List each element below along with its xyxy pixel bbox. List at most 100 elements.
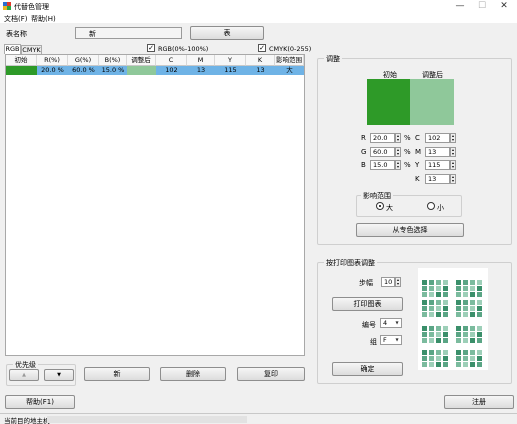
m-input[interactable]: 13 xyxy=(425,147,450,157)
color-patch xyxy=(436,332,441,337)
c-label: C xyxy=(415,134,420,142)
range-small-radio[interactable] xyxy=(427,202,435,210)
g-input[interactable]: 60.0 xyxy=(370,147,395,157)
color-patch xyxy=(470,356,475,361)
r-percent: % xyxy=(404,134,411,142)
table-row[interactable]: 20.0 % 60.0 % 15.0 % 102 13 115 13 大 xyxy=(6,66,304,75)
c-input[interactable]: 102 xyxy=(425,133,450,143)
g-spinner[interactable]: ▴ ▾ xyxy=(395,147,401,157)
b-input[interactable]: 15.0 xyxy=(370,160,395,170)
number-select[interactable]: 4 ▼ xyxy=(380,318,402,328)
color-patch xyxy=(463,306,468,311)
r-input[interactable]: 20.0 xyxy=(370,133,395,143)
col-header-y[interactable]: Y xyxy=(215,55,246,66)
color-patch xyxy=(463,300,468,305)
priority-down-button[interactable]: ▼ xyxy=(44,369,74,381)
menu-help[interactable]: 帮助(H) xyxy=(31,14,56,24)
menu-file[interactable]: 文档(F) xyxy=(4,14,28,24)
rgb-checkbox[interactable]: ✓ xyxy=(147,44,155,52)
ok-button[interactable]: 确定 xyxy=(332,362,403,376)
color-patch xyxy=(456,362,461,367)
color-patch xyxy=(477,312,482,317)
y-input[interactable]: 115 xyxy=(425,160,450,170)
col-header-range[interactable]: 影响范围 xyxy=(275,55,304,66)
col-header-c[interactable]: C xyxy=(156,55,187,66)
cmyk-checkbox[interactable]: ✓ xyxy=(258,44,266,52)
color-patch xyxy=(422,338,427,343)
col-header-g[interactable]: G(%) xyxy=(68,55,99,66)
close-button[interactable]: ✕ xyxy=(493,0,515,13)
color-patch xyxy=(436,362,441,367)
color-patch xyxy=(436,356,441,361)
minimize-button[interactable]: — xyxy=(449,0,471,13)
new-button[interactable]: 新 xyxy=(84,367,150,381)
color-patch xyxy=(422,350,427,355)
color-patch xyxy=(463,362,468,367)
color-patch xyxy=(429,292,434,297)
step-input[interactable]: 10 xyxy=(381,277,395,287)
color-patch xyxy=(470,292,475,297)
col-header-k[interactable]: K xyxy=(246,55,275,66)
range-group: 影响范围 xyxy=(356,191,462,217)
m-spinner[interactable]: ▴ ▾ xyxy=(450,147,456,157)
table-name-label: 表名称 xyxy=(6,30,27,38)
color-table[interactable]: 初始 R(%) G(%) B(%) 调整后 C M Y K 影响范围 20.0 … xyxy=(5,54,305,356)
color-patch xyxy=(429,306,434,311)
app-icon xyxy=(3,2,11,10)
row-adjusted-swatch xyxy=(127,66,156,75)
print-adjust-title: 按打印图表调整 xyxy=(324,258,377,268)
color-patch xyxy=(470,306,475,311)
select-from-spot-color-button[interactable]: 从专色选择 xyxy=(356,223,464,237)
color-patch xyxy=(443,300,448,305)
status-host-field xyxy=(47,416,247,423)
color-patch xyxy=(436,306,441,311)
row-b-value: 15.0 % xyxy=(101,66,125,74)
tab-cmyk[interactable]: CMYK xyxy=(21,45,42,54)
row-m-value: 13 xyxy=(196,66,206,74)
tab-rgb[interactable]: RGB xyxy=(4,44,21,54)
y-spinner[interactable]: ▴ ▾ xyxy=(450,160,456,170)
k-label: K xyxy=(415,175,420,183)
table-name-input[interactable]: 新 xyxy=(75,27,182,39)
copy-button[interactable]: 复印 xyxy=(237,367,305,381)
color-patch xyxy=(422,280,427,285)
c-spinner[interactable]: ▴ ▾ xyxy=(450,133,456,143)
table-button[interactable]: 表 xyxy=(190,26,264,40)
step-spinner[interactable]: ▴ ▾ xyxy=(395,277,401,287)
k-input[interactable]: 13 xyxy=(425,174,450,184)
help-button[interactable]: 帮助(F1) xyxy=(5,395,75,409)
col-header-r[interactable]: R(%) xyxy=(37,55,68,66)
group-select[interactable]: F ▼ xyxy=(380,335,402,345)
r-label: R xyxy=(361,134,366,142)
menu-bar: 文档(F) 帮助(H) xyxy=(0,13,517,23)
r-spinner[interactable]: ▴ ▾ xyxy=(395,133,401,143)
row-range-value: 大 xyxy=(286,66,293,74)
priority-up-button[interactable]: ▲ xyxy=(9,369,39,381)
color-patch xyxy=(443,362,448,367)
m-label: M xyxy=(415,148,422,156)
col-header-m[interactable]: M xyxy=(187,55,215,66)
color-patch xyxy=(443,326,448,331)
table-name-value: 新 xyxy=(89,30,96,38)
maximize-button[interactable]: ☐ xyxy=(471,0,493,13)
color-patch xyxy=(443,280,448,285)
k-spinner[interactable]: ▴ ▾ xyxy=(450,174,456,184)
color-patch xyxy=(477,306,482,311)
register-button[interactable]: 注册 xyxy=(444,395,514,409)
row-g-value: 60.0 % xyxy=(72,66,95,74)
color-patch xyxy=(456,332,461,337)
col-header-b[interactable]: B(%) xyxy=(99,55,127,66)
col-header-initial[interactable]: 初始 xyxy=(6,55,37,66)
print-chart-button[interactable]: 打印图表 xyxy=(332,297,403,311)
color-patch xyxy=(429,286,434,291)
b-spinner[interactable]: ▴ ▾ xyxy=(395,160,401,170)
print-chart-preview xyxy=(418,268,488,370)
initial-color-swatch xyxy=(367,79,410,125)
range-large-radio[interactable] xyxy=(376,202,384,210)
color-patch xyxy=(470,312,475,317)
color-patch xyxy=(436,350,441,355)
color-patch xyxy=(463,292,468,297)
col-header-adjusted[interactable]: 调整后 xyxy=(127,55,156,66)
color-patch xyxy=(470,300,475,305)
delete-button[interactable]: 删除 xyxy=(160,367,226,381)
